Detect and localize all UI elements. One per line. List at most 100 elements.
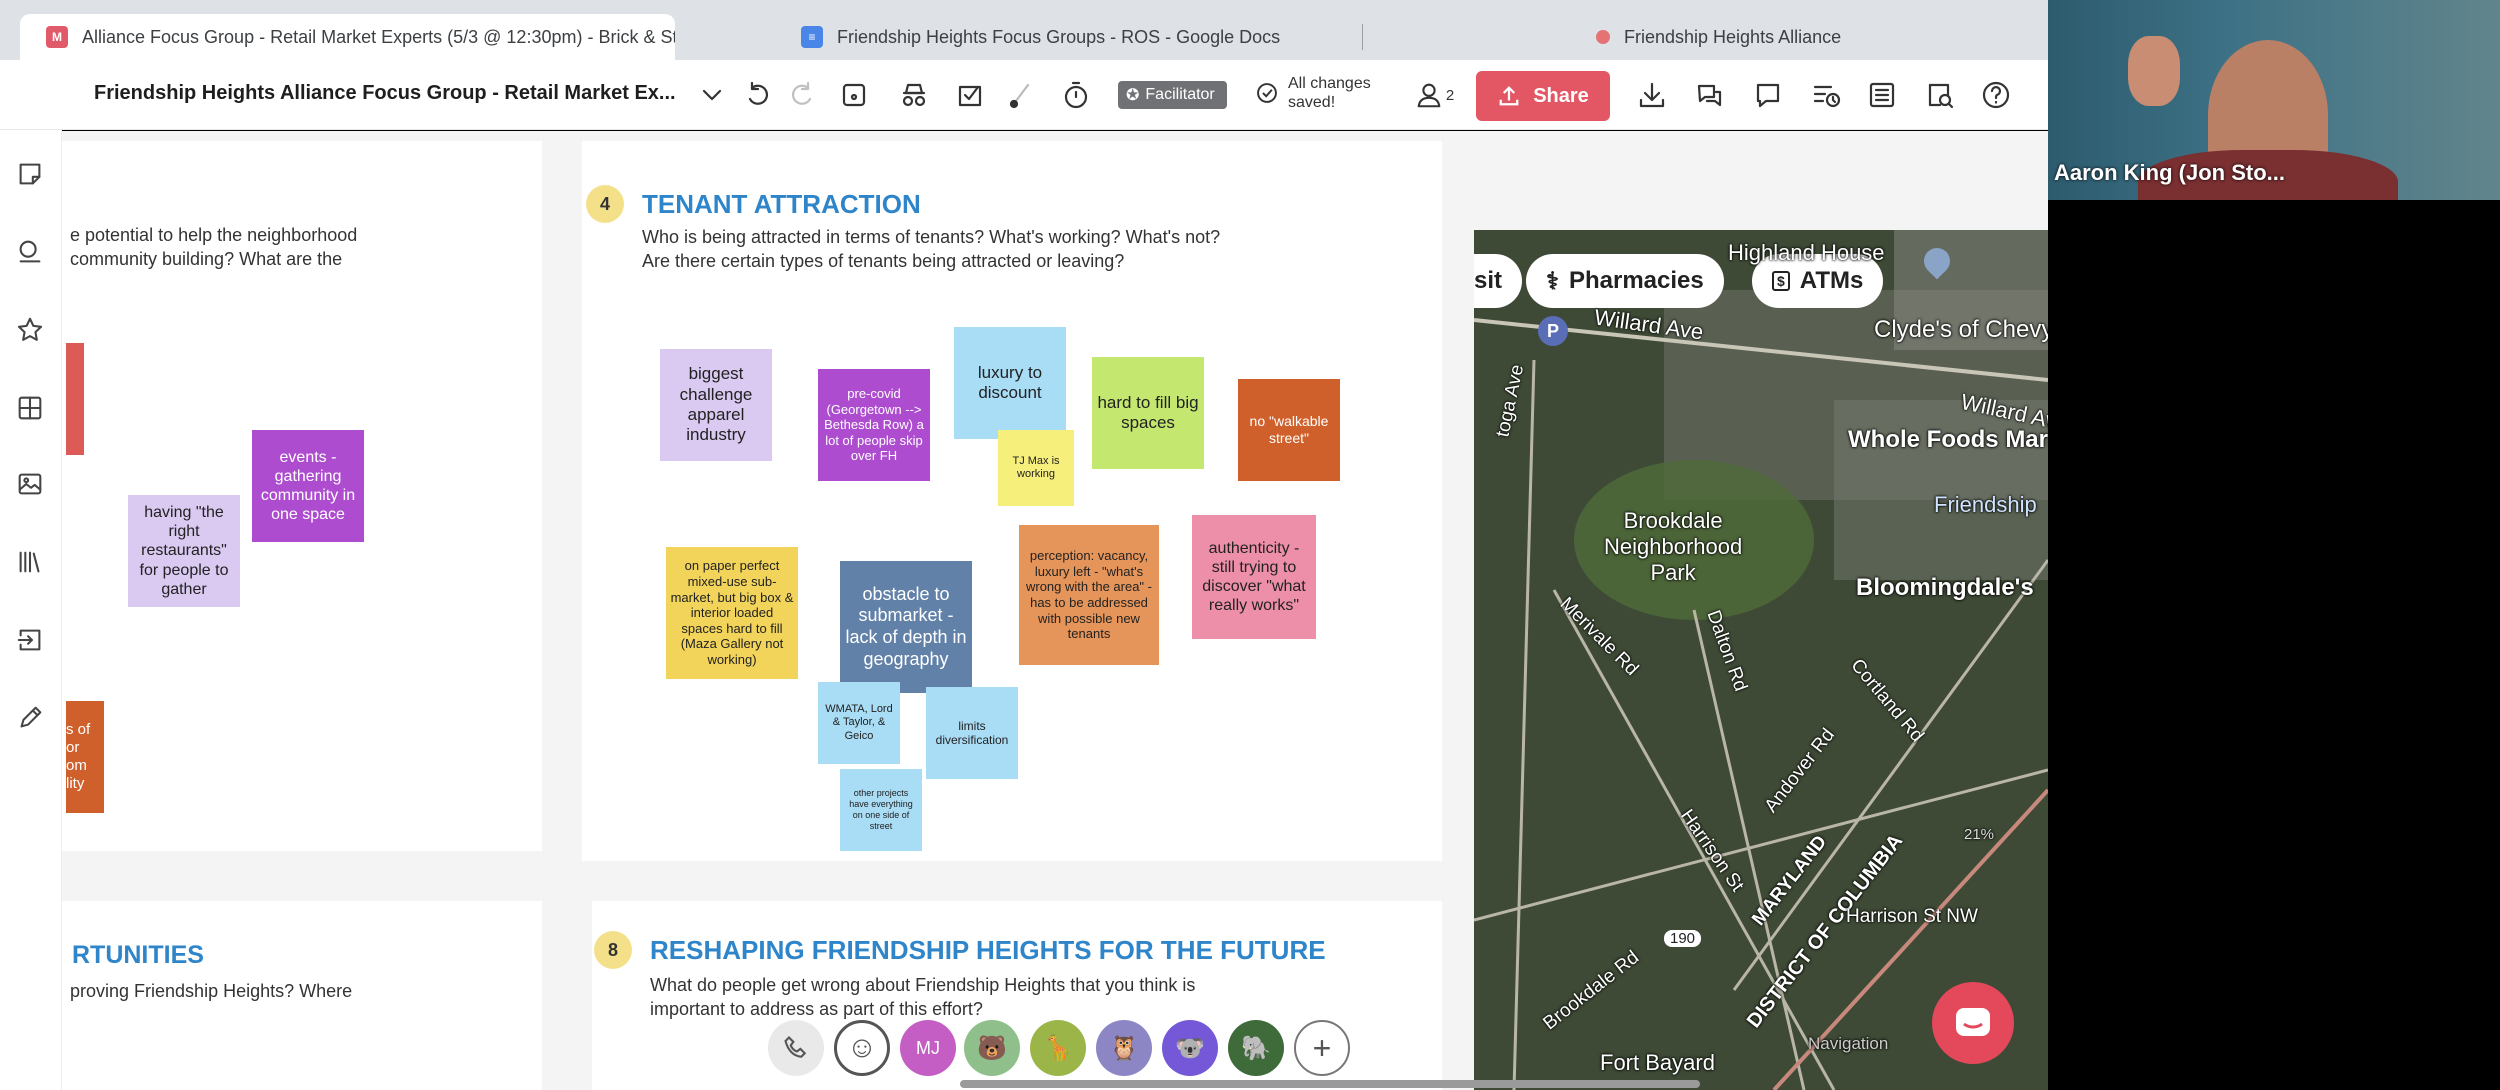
pen-icon[interactable]: [12, 700, 48, 736]
frame-title: RTUNITIES: [72, 941, 204, 969]
browser-tab-bar: M Alliance Focus Group - Retail Market E…: [0, 0, 2048, 60]
sticky-note[interactable]: obstacle to submarket - lack of depth in…: [840, 561, 972, 693]
save-status: All changes saved!: [1254, 74, 1371, 112]
sticky-note[interactable]: perception: vacancy, luxury left - "what…: [1019, 525, 1159, 665]
map-label: Friendship: [1934, 492, 2037, 517]
tab-divider: [1362, 24, 1363, 50]
export-icon[interactable]: [12, 622, 48, 658]
screen: M Alliance Focus Group - Retail Market E…: [0, 0, 2500, 1090]
frame-title: RESHAPING FRIENDSHIP HEIGHTS FOR THE FUT…: [650, 935, 1326, 965]
browser-tab-brick-story[interactable]: M Alliance Focus Group - Retail Market E…: [20, 14, 675, 60]
sticky-note[interactable]: WMATA, Lord & Taylor, & Geico: [818, 682, 900, 764]
map-embed[interactable]: sit ⚕ Pharmacies $ ATMs Highland House P…: [1474, 230, 2048, 1090]
frame-title: TENANT ATTRACTION: [642, 189, 921, 219]
voting-icon[interactable]: [896, 77, 932, 113]
participants-button[interactable]: 2: [1408, 77, 1460, 113]
frame-left-top-question: e potential to help the neighborhood com…: [70, 223, 357, 271]
sticky-note[interactable]: hard to fill big spaces: [1092, 357, 1204, 469]
question-line: Who is being attracted in terms of tenan…: [642, 227, 1221, 247]
facilitator-badge[interactable]: ✪ Facilitator: [1118, 81, 1227, 109]
add-participant-icon[interactable]: +: [1294, 1020, 1350, 1076]
sticky-note[interactable]: having "the right restaurants" for peopl…: [128, 495, 240, 607]
frame-number-badge: 4: [586, 185, 624, 223]
star-icon[interactable]: [12, 312, 48, 348]
sticky-note[interactable]: no "walkable street": [1238, 379, 1340, 481]
check-circle-icon: [1257, 83, 1277, 103]
docs-favicon-icon: ≡: [801, 26, 823, 48]
participant-hand: [2128, 36, 2180, 106]
parking-icon: P: [1538, 316, 1568, 346]
download-icon[interactable]: [1634, 77, 1670, 113]
map-label: 21%: [1964, 826, 1995, 843]
save-status-text: All changes saved!: [1288, 74, 1371, 112]
board-toolbar: Friendship Heights Alliance Focus Group …: [0, 60, 2048, 130]
share-button[interactable]: Share: [1476, 71, 1610, 121]
library-icon[interactable]: [12, 544, 48, 580]
sticky-note[interactable]: limits diversification: [926, 687, 1018, 779]
checkbox-icon[interactable]: [952, 77, 988, 113]
frame-question: proving Friendship Heights? Where: [70, 981, 353, 1001]
map-chip-pharmacies[interactable]: ⚕ Pharmacies: [1526, 254, 1724, 308]
browser-tab-google-docs[interactable]: ≡ Friendship Heights Focus Groups - ROS …: [775, 14, 1355, 60]
map-label: Bloomingdale's: [1856, 574, 2034, 601]
frame-icon[interactable]: [836, 77, 872, 113]
participant-name: Aaron King (Jon Sto...: [2054, 160, 2285, 185]
grid-icon[interactable]: [12, 390, 48, 426]
sticky-note[interactable]: s of or om lity: [66, 701, 104, 813]
chat-icon[interactable]: [1692, 77, 1728, 113]
animal-avatar-icon[interactable]: 🐨: [1162, 1020, 1218, 1076]
browser-tab-alliance[interactable]: Friendship Heights Alliance: [1570, 14, 2030, 60]
comment-tool-icon[interactable]: [12, 234, 48, 270]
sticky-note[interactable]: biggest challenge apparel industry: [660, 349, 772, 461]
frame-question: Who is being attracted in terms of tenan…: [642, 225, 1220, 273]
video-tile: Aaron King (Jon Sto...: [2048, 0, 2500, 200]
help-icon[interactable]: [1978, 77, 2014, 113]
sticky-note[interactable]: authenticity - still trying to discover …: [1192, 515, 1316, 639]
animal-avatar-icon[interactable]: 🦒: [1030, 1020, 1086, 1076]
frame-question: What do people get wrong about Friendshi…: [650, 973, 1195, 1021]
call-icon[interactable]: [768, 1020, 824, 1076]
board-title[interactable]: Friendship Heights Alliance Focus Group …: [94, 82, 676, 105]
list-icon[interactable]: [1864, 77, 1900, 113]
sticky-note[interactable]: [66, 343, 84, 455]
presence-avatar[interactable]: MJ: [900, 1020, 956, 1076]
sticky-note[interactable]: other projects have everything on one si…: [840, 769, 922, 851]
sticky-note[interactable]: events - gathering community in one spac…: [252, 430, 364, 542]
sticky-note-icon[interactable]: [12, 156, 48, 192]
redo-icon[interactable]: [784, 77, 820, 113]
image-icon[interactable]: [12, 466, 48, 502]
undo-icon[interactable]: [740, 77, 776, 113]
timer-icon[interactable]: [1058, 77, 1094, 113]
map-imagery: [1474, 230, 2048, 1090]
left-toolbar: MJ: [0, 60, 62, 1090]
sticky-note[interactable]: pre-covid (Georgetown --> Bethesda Row) …: [818, 369, 930, 481]
search-icon[interactable]: [1922, 77, 1958, 113]
animal-avatar-icon[interactable]: 🐘: [1228, 1020, 1284, 1076]
animal-avatar-icon[interactable]: 🐻: [964, 1020, 1020, 1076]
save-status-line2: saved!: [1288, 94, 1336, 111]
miro-favicon-icon: M: [46, 26, 68, 48]
help-chat-icon[interactable]: [1932, 982, 2014, 1064]
route-shield: 190: [1664, 930, 1702, 947]
sticky-note[interactable]: TJ Max is working: [998, 430, 1074, 506]
chevron-down-icon[interactable]: [694, 77, 730, 113]
question-line: important to address as part of this eff…: [650, 999, 983, 1019]
animal-avatar-icon[interactable]: 🦉: [1096, 1020, 1152, 1076]
gear-icon: ✪: [1126, 87, 1140, 104]
sticky-note[interactable]: luxury to discount: [954, 327, 1066, 439]
save-status-line1: All changes: [1288, 75, 1371, 92]
comment-icon[interactable]: [1750, 77, 1786, 113]
activity-icon[interactable]: [1808, 77, 1844, 113]
question-line: What do people get wrong about Friendshi…: [650, 975, 1196, 995]
emoji-icon[interactable]: ☺: [834, 1020, 890, 1076]
question-line: community building? What are the: [70, 249, 343, 269]
map-label: Brookdale Neighborhood Park: [1604, 508, 1743, 585]
facilitator-label: Facilitator: [1145, 86, 1215, 103]
chip-label: sit: [1474, 267, 1503, 294]
navigation-label[interactable]: Navigation: [1808, 1034, 1888, 1054]
sticky-note[interactable]: on paper perfect mixed-use sub-market, b…: [666, 547, 798, 679]
horizontal-scrollbar[interactable]: [960, 1080, 1700, 1088]
tab-title: Alliance Focus Group - Retail Market Exp…: [82, 26, 675, 47]
laser-pointer-icon[interactable]: [1002, 77, 1038, 113]
pharmacy-icon: ⚕: [1546, 267, 1559, 295]
